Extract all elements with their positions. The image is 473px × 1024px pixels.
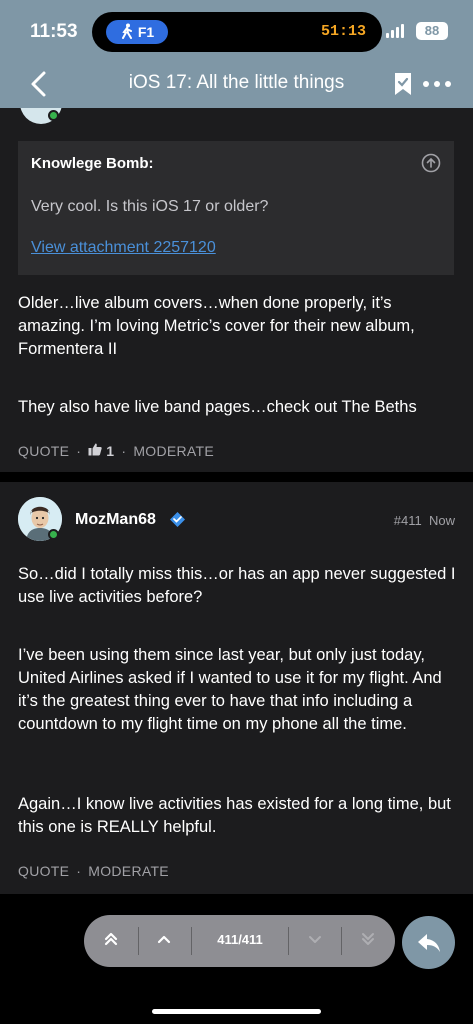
post-time: Now	[428, 513, 455, 528]
chevron-down-icon	[307, 931, 323, 952]
chevron-up-icon	[156, 931, 172, 952]
dynamic-island[interactable]: F1 51:13	[92, 12, 382, 52]
previous-page-button[interactable]	[150, 927, 178, 955]
post-meta: #411 Now	[394, 513, 455, 528]
quote-author: Knowlege Bomb:	[31, 155, 154, 172]
like-button[interactable]: 1	[88, 443, 114, 459]
quote-button[interactable]: QUOTE	[18, 443, 69, 459]
walking-person-icon	[120, 23, 134, 42]
post-paragraph: I’ve been using them since last year, bu…	[18, 646, 442, 733]
reply-button[interactable]	[402, 916, 455, 969]
quote-text: Very cool. Is this iOS 17 or older?	[31, 198, 269, 215]
last-page-button[interactable]	[354, 927, 382, 955]
post-paragraph: Older…live album covers…when done proper…	[18, 294, 415, 358]
home-indicator[interactable]	[152, 1009, 321, 1014]
post-actions: QUOTE · MODERATE	[18, 863, 169, 879]
thread-navigation-bar: 411/411	[84, 915, 395, 967]
post-410: Knowlege Bomb: Very cool. Is this iOS 17…	[0, 108, 473, 472]
quote-block[interactable]: Knowlege Bomb: Very cool. Is this iOS 17…	[18, 141, 454, 275]
double-chevron-down-icon	[360, 931, 376, 952]
back-button[interactable]	[28, 70, 52, 98]
arrow-up-circle-icon[interactable]	[421, 153, 441, 173]
post-paragraph: They also have live band pages…check out…	[18, 398, 417, 416]
bookmark-button[interactable]	[393, 72, 413, 96]
verified-badge-icon	[169, 511, 186, 528]
moderate-button[interactable]: MODERATE	[88, 863, 169, 879]
live-activity-timer: 51:13	[320, 23, 366, 40]
battery-icon: 88	[416, 22, 448, 40]
next-page-button[interactable]	[301, 927, 329, 955]
post-411: MozMan68 #411 Now So…did I totally miss …	[0, 482, 473, 894]
page-count[interactable]: 411/411	[202, 932, 278, 947]
double-chevron-up-icon	[103, 931, 119, 952]
first-page-button[interactable]	[97, 927, 125, 955]
live-activity-pill: F1	[106, 20, 168, 44]
live-activity-label: F1	[137, 24, 155, 40]
quote-button[interactable]: QUOTE	[18, 863, 69, 879]
top-bar: 11:53 F1 51:13 88 iOS 17: All the little…	[0, 0, 473, 108]
status-time: 11:53	[30, 21, 78, 42]
signal-icon	[386, 24, 404, 38]
online-indicator	[48, 110, 59, 121]
thumbs-up-icon	[88, 443, 102, 459]
post-paragraph: Again…I know live activities has existed…	[18, 795, 451, 836]
online-indicator	[48, 529, 59, 540]
like-count: 1	[106, 443, 115, 459]
reply-arrow-icon	[416, 932, 442, 954]
page-title: iOS 17: All the little things	[128, 72, 345, 93]
more-options-button[interactable]	[422, 78, 452, 90]
post-actions: QUOTE · 1 · MODERATE	[18, 443, 215, 459]
username[interactable]: MozMan68	[75, 511, 156, 529]
post-number[interactable]: #411	[394, 513, 422, 528]
post-paragraph: So…did I totally miss this…or has an app…	[18, 565, 456, 606]
moderate-button[interactable]: MODERATE	[133, 443, 214, 459]
attachment-link[interactable]: View attachment 2257120	[31, 239, 216, 257]
